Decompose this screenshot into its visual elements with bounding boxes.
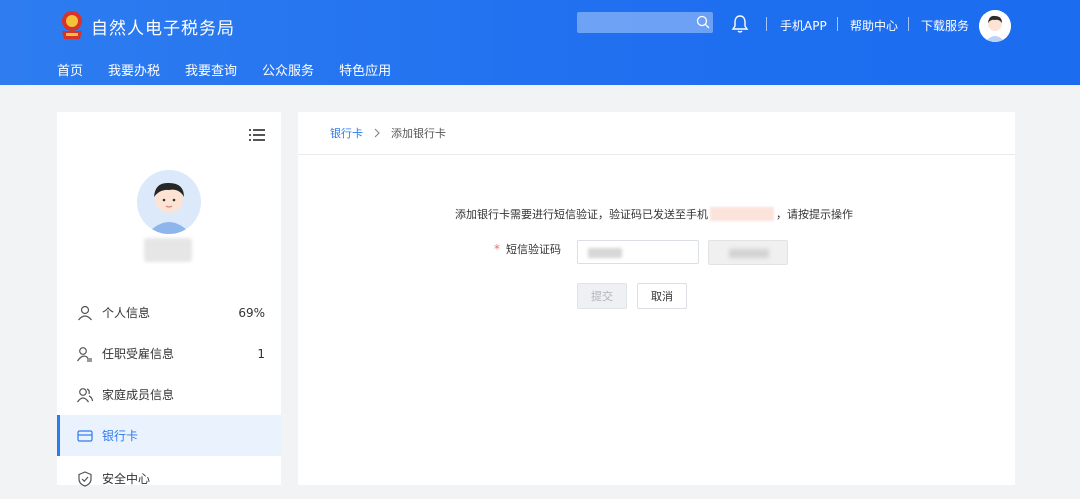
profile-avatar — [137, 170, 201, 234]
nav-home[interactable]: 首页 — [57, 60, 83, 79]
sidebar-item-label: 银行卡 — [102, 429, 139, 443]
profile-completion-value: 69% — [238, 305, 265, 320]
sidebar-item-employment-info[interactable]: 任职受雇信息 1 — [57, 333, 281, 374]
user-icon — [78, 305, 92, 320]
app-title[interactable]: 自然人电子税务局 — [91, 14, 235, 39]
nav-query[interactable]: 我要查询 — [185, 60, 237, 79]
nav-public-service[interactable]: 公众服务 — [262, 60, 314, 79]
sms-notice-suffix: ，请按提示操作 — [776, 208, 853, 221]
user-name-masked — [144, 238, 192, 262]
nav-featured-apps[interactable]: 特色应用 — [339, 60, 391, 79]
sidebar-item-label: 家庭成员信息 — [102, 388, 175, 402]
user-list-icon — [77, 346, 92, 362]
sms-code-masked — [588, 248, 622, 258]
sms-notice-text: 添加银行卡需要进行短信验证，验证码已发送至手机 — [455, 208, 708, 221]
required-mark: * — [494, 242, 500, 256]
submit-button[interactable]: 提交 — [577, 283, 627, 309]
user-avatar[interactable] — [979, 10, 1011, 42]
breadcrumb-bank-card-link[interactable]: 银行卡 — [330, 125, 363, 141]
breadcrumb: 银行卡 添加银行卡 — [298, 112, 1015, 155]
sidebar-item-label: 个人信息 — [102, 306, 151, 320]
menu-toggle-icon[interactable] — [249, 128, 265, 142]
chevron-right-icon — [374, 128, 380, 138]
download-service-link[interactable]: 下载服务 — [921, 17, 969, 34]
sidebar-item-personal-info[interactable]: 个人信息 69% — [57, 292, 281, 333]
search-input[interactable] — [577, 12, 713, 33]
main-nav: 首页 我要办税 我要查询 公众服务 特色应用 — [57, 60, 416, 79]
header-divider — [908, 17, 909, 31]
employment-count-value: 1 — [257, 346, 265, 361]
family-icon — [77, 387, 93, 402]
sms-code-row: * 短信验证码 — [494, 241, 570, 257]
cancel-button[interactable]: 取消 — [637, 283, 687, 309]
mobile-app-link[interactable]: 手机APP — [780, 17, 827, 34]
breadcrumb-current: 添加银行卡 — [391, 127, 446, 140]
sidebar-item-family-info[interactable]: 家庭成员信息 — [57, 374, 281, 415]
sidebar-item-bank-card[interactable]: 银行卡 — [57, 415, 281, 456]
send-code-button[interactable] — [708, 240, 788, 265]
profile-avatar-icon — [137, 170, 201, 234]
tax-emblem-icon[interactable] — [58, 9, 86, 41]
user-avatar-icon — [979, 10, 1011, 42]
sms-code-label: 短信验证码 — [506, 243, 561, 256]
help-center-link[interactable]: 帮助中心 — [850, 17, 898, 34]
shield-icon — [78, 470, 92, 487]
search-icon[interactable] — [696, 15, 710, 29]
sidebar-item-label: 任职受雇信息 — [102, 347, 175, 361]
sms-code-input[interactable] — [577, 240, 699, 264]
top-header: 自然人电子税务局 手机APP 帮助中心 下载服务 首页 我要办税 我要查询 公众… — [0, 0, 1080, 85]
send-code-label-masked — [729, 249, 769, 258]
sidebar: 个人信息 69% 任职受雇信息 1 家庭成员信息 银行卡 安全中心 — [57, 112, 281, 487]
phone-number-masked — [710, 207, 774, 221]
sms-notice: 添加银行卡需要进行短信验证，验证码已发送至手机 ，请按提示操作 — [455, 206, 853, 222]
header-divider — [837, 17, 838, 31]
bank-card-icon — [77, 429, 93, 442]
header-divider — [766, 17, 767, 31]
nav-tax-filing[interactable]: 我要办税 — [108, 60, 160, 79]
notification-bell-icon[interactable] — [731, 14, 749, 34]
sidebar-item-security-center[interactable]: 安全中心 — [57, 458, 281, 499]
main-content: 银行卡 添加银行卡 添加银行卡需要进行短信验证，验证码已发送至手机 ，请按提示操… — [298, 112, 1015, 485]
sidebar-item-label: 安全中心 — [102, 472, 151, 486]
